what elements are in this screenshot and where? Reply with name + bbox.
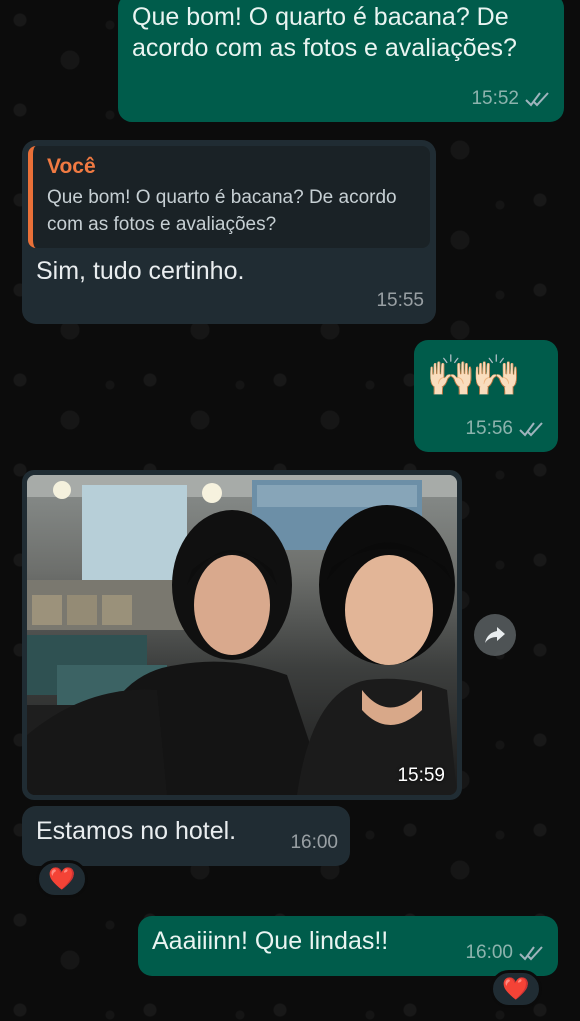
message-incoming[interactable]: Você Que bom! O quarto é bacana? De acor… bbox=[22, 140, 436, 324]
message-meta: 15:55 bbox=[376, 285, 424, 316]
message-incoming[interactable]: Estamos no hotel. 16:00 bbox=[22, 806, 350, 866]
message-text: Sim, tudo certinho. bbox=[36, 257, 245, 285]
message-outgoing[interactable]: Aaaiiinn! Que lindas!! 16:00 bbox=[138, 916, 558, 976]
message-outgoing[interactable]: Que bom! O quarto é bacana? De acordo co… bbox=[118, 0, 564, 122]
message-time: 16:00 bbox=[290, 832, 338, 853]
double-check-icon bbox=[525, 91, 549, 107]
quote-author: Você bbox=[47, 155, 96, 178]
message-reaction[interactable]: ❤️ bbox=[490, 970, 542, 1008]
message-time: 16:00 bbox=[465, 942, 513, 963]
message-time: 15:52 bbox=[471, 88, 519, 109]
double-check-icon bbox=[519, 421, 543, 437]
message-meta: 15:52 bbox=[471, 83, 552, 114]
heart-icon: ❤️ bbox=[48, 866, 76, 891]
message-text: Que bom! O quarto é bacana? De acordo co… bbox=[132, 3, 517, 62]
double-check-icon bbox=[519, 945, 543, 961]
quote-text: Que bom! O quarto é bacana? De acordo co… bbox=[47, 187, 397, 235]
forward-button[interactable] bbox=[474, 614, 516, 656]
message-meta: 16:00 bbox=[465, 937, 546, 968]
message-time: 15:56 bbox=[465, 418, 513, 439]
message-time: 15:55 bbox=[376, 290, 424, 311]
message-outgoing[interactable]: 🙌🏻🙌🏻 15:56 bbox=[414, 340, 558, 452]
forward-arrow-icon bbox=[485, 627, 505, 643]
message-image[interactable]: 15:59 bbox=[22, 470, 462, 800]
message-emoji: 🙌🏻🙌🏻 bbox=[426, 354, 522, 398]
photo-illustration bbox=[27, 475, 457, 795]
heart-icon: ❤️ bbox=[502, 976, 530, 1001]
message-meta: 15:56 bbox=[465, 413, 546, 444]
quoted-message[interactable]: Você Que bom! O quarto é bacana? De acor… bbox=[28, 146, 430, 248]
photo[interactable]: 15:59 bbox=[27, 475, 457, 795]
message-meta: 16:00 bbox=[290, 827, 338, 858]
message-reaction[interactable]: ❤️ bbox=[36, 860, 88, 898]
message-time: 15:59 bbox=[397, 765, 445, 786]
